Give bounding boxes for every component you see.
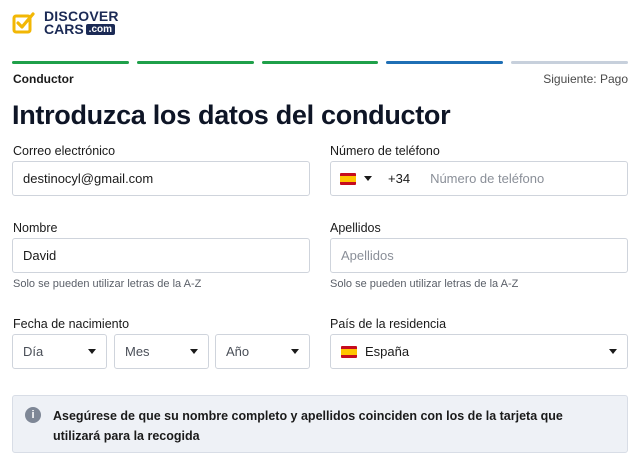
country-value: España (365, 344, 410, 359)
phone-country-selector[interactable] (331, 162, 372, 195)
phone-input[interactable]: Número de teléfono (430, 171, 544, 186)
flag-es-icon (341, 345, 357, 358)
dob-month-select[interactable]: Mes (114, 334, 209, 369)
progress-segment (261, 61, 379, 64)
brand-name-line2: CARS (44, 21, 84, 37)
country-select[interactable]: España (330, 334, 628, 369)
brand-tld: .com (85, 24, 116, 35)
last-name-label: Apellidos (330, 221, 381, 235)
name-match-notice: i Asegúrese de que su nombre completo y … (12, 395, 628, 453)
last-name-hint: Solo se pueden utilizar letras de la A-Z (330, 278, 519, 290)
current-step-label: Conductor (13, 72, 74, 86)
flag-es-icon (340, 172, 356, 185)
first-name-value: David (23, 248, 57, 263)
email-label: Correo electrónico (13, 144, 116, 158)
last-name-field[interactable]: Apellidos (330, 238, 628, 273)
dob-label: Fecha de nacimiento (13, 317, 130, 331)
chevron-down-icon (609, 349, 617, 354)
page-title: Introduzca los datos del conductor (12, 100, 451, 130)
progress-segment (511, 61, 628, 64)
info-icon: i (25, 407, 41, 423)
header: DISCOVER CARS .com (0, 0, 640, 52)
dob-year-value: Año (226, 344, 250, 359)
email-value: destinocyl@gmail.com (23, 171, 154, 186)
chevron-down-icon (291, 349, 299, 354)
first-name-label: Nombre (13, 221, 58, 235)
phone-field-group: +34 Número de teléfono (330, 161, 628, 196)
dob-month-value: Mes (125, 344, 150, 359)
progress-segment (12, 61, 129, 64)
first-name-hint: Solo se pueden utilizar letras de la A-Z (13, 278, 202, 290)
dob-day-value: Día (23, 344, 44, 359)
email-field[interactable]: destinocyl@gmail.com (12, 161, 310, 196)
chevron-down-icon (364, 176, 372, 181)
checkmark-square-icon (12, 11, 36, 35)
phone-label: Número de teléfono (330, 144, 440, 158)
progress-segment (136, 61, 254, 64)
brand-logo[interactable]: DISCOVER CARS .com (12, 9, 119, 37)
chevron-down-icon (190, 349, 198, 354)
notice-text: Asegúrese de que su nombre completo y ap… (53, 409, 563, 443)
first-name-field[interactable]: David (12, 238, 310, 273)
next-step-label: Siguiente: Pago (543, 72, 628, 86)
phone-dial-code: +34 (388, 171, 411, 186)
country-label: País de la residencia (330, 317, 447, 331)
dob-year-select[interactable]: Año (215, 334, 310, 369)
checkout-progress-bar (12, 61, 628, 64)
progress-segment (386, 61, 504, 64)
last-name-placeholder: Apellidos (341, 248, 394, 263)
chevron-down-icon (88, 349, 96, 354)
dob-day-select[interactable]: Día (12, 334, 107, 369)
